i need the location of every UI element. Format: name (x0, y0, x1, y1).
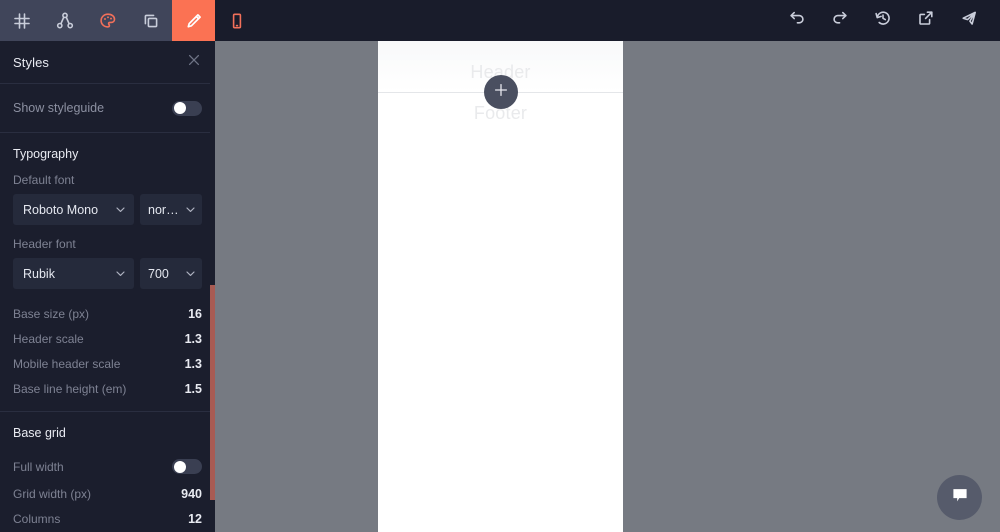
metric-key: Columns (13, 511, 61, 526)
metric-value: 1.3 (184, 331, 202, 346)
metric-row[interactable]: Grid width (px) 940 (0, 481, 215, 506)
layers-icon (141, 11, 161, 31)
tool-layers[interactable] (129, 0, 172, 41)
plus-icon (492, 81, 510, 104)
panel-scrollbar-track[interactable] (210, 41, 215, 532)
palette-icon (98, 11, 118, 31)
mobile-icon (227, 11, 247, 31)
sitemap-icon (55, 11, 75, 31)
chevron-down-icon (181, 204, 196, 215)
send-icon (959, 8, 979, 33)
full-width-toggle[interactable] (172, 459, 202, 474)
default-font-label: Default font (13, 173, 75, 187)
header-font-label: Header font (13, 237, 76, 251)
add-block-button[interactable] (483, 75, 518, 109)
base-grid-title: Base grid (13, 426, 66, 440)
metric-value: 1.5 (184, 381, 202, 396)
chat-bubble-icon (949, 484, 971, 511)
tool-edit[interactable] (172, 0, 215, 41)
chevron-down-icon (181, 268, 196, 279)
metric-key: Mobile header scale (13, 356, 121, 371)
page-preview[interactable]: Header Footer (378, 41, 623, 532)
close-button[interactable] (184, 52, 204, 72)
base-grid-section: Base grid Full width Grid width (px) 940… (0, 412, 215, 532)
header-font-weight-select[interactable]: 700 (140, 258, 202, 289)
panel-scrollbar-thumb[interactable] (210, 285, 215, 500)
history-button[interactable] (861, 0, 904, 41)
show-styleguide-toggle[interactable] (172, 100, 202, 116)
external-link-icon (916, 8, 936, 33)
toolbar-left-group (0, 0, 259, 41)
pencil-icon (184, 11, 204, 31)
header-font-row: Rubik 700 (0, 258, 215, 289)
tool-styles[interactable] (86, 0, 129, 41)
metric-key: Base line height (em) (13, 381, 127, 396)
canvas-area[interactable]: Header Footer (215, 41, 1000, 532)
tool-sitemap[interactable] (43, 0, 86, 41)
styles-panel: Styles Show styleguide Typography Defaul… (0, 41, 215, 532)
full-width-label: Full width (13, 459, 64, 474)
metric-value: 1.3 (184, 356, 202, 371)
publish-button[interactable] (947, 0, 990, 41)
toggle-knob (173, 102, 186, 114)
metric-value: 12 (188, 511, 202, 526)
metric-value: 940 (181, 486, 202, 501)
default-font-weight-value: normal (148, 202, 181, 217)
default-font-family-select[interactable]: Roboto Mono (13, 194, 134, 225)
history-icon (873, 8, 893, 33)
typography-section: Typography Default font Roboto Mono norm… (0, 133, 215, 412)
chevron-down-icon (111, 268, 126, 279)
metric-row[interactable]: Columns 12 (0, 506, 215, 531)
metric-row[interactable]: Base size (px) 16 (0, 301, 215, 326)
metric-key: Grid width (px) (13, 486, 92, 501)
header-font-family-value: Rubik (23, 266, 55, 281)
chat-bubble-button[interactable] (937, 475, 982, 520)
metric-value: 16 (188, 306, 202, 321)
grid-icon (12, 11, 32, 31)
page-title: Styles (13, 54, 50, 70)
default-font-row: Roboto Mono normal (0, 194, 215, 225)
redo-button[interactable] (818, 0, 861, 41)
header-font-family-select[interactable]: Rubik (13, 258, 134, 289)
metric-row[interactable]: Header scale 1.3 (0, 326, 215, 351)
metric-row[interactable]: Mobile header scale 1.3 (0, 351, 215, 376)
toolbar-right-group (775, 0, 1000, 41)
close-icon (187, 53, 201, 72)
default-font-weight-select[interactable]: normal (140, 194, 202, 225)
default-font-family-value: Roboto Mono (23, 202, 99, 217)
tool-grid[interactable] (0, 0, 43, 41)
metric-key: Header scale (13, 331, 84, 346)
metric-row[interactable]: Base line height (em) 1.5 (0, 376, 215, 401)
top-toolbar (0, 0, 1000, 41)
tool-mobile-preview[interactable] (215, 0, 259, 41)
chevron-down-icon (111, 204, 126, 215)
header-font-weight-value: 700 (148, 266, 169, 281)
show-styleguide-row[interactable]: Show styleguide (0, 84, 215, 133)
toggle-knob (173, 460, 186, 473)
show-styleguide-label: Show styleguide (13, 101, 105, 115)
open-preview-button[interactable] (904, 0, 947, 41)
full-width-row[interactable]: Full width (0, 452, 215, 481)
undo-button[interactable] (775, 0, 818, 41)
metric-key: Base size (px) (13, 306, 90, 321)
redo-icon (830, 8, 850, 33)
undo-icon (787, 8, 807, 33)
app-root: Styles Show styleguide Typography Defaul… (0, 0, 1000, 532)
typography-title: Typography (13, 147, 79, 161)
panel-header: Styles (0, 41, 215, 84)
